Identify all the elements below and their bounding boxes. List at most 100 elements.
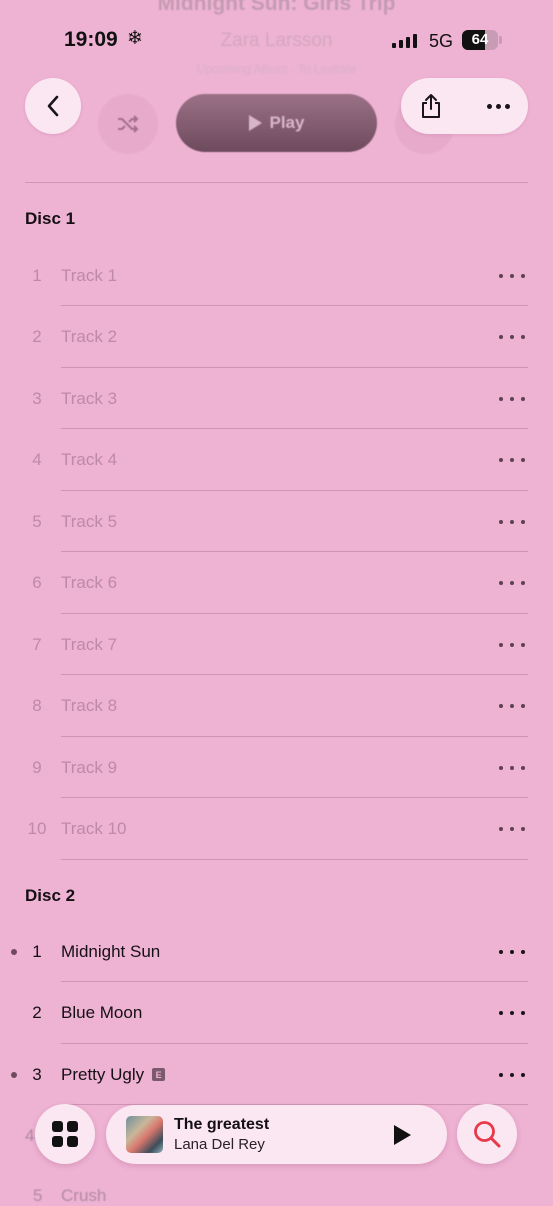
ellipsis-dot: [510, 519, 514, 524]
track-title: Track 1: [61, 266, 117, 286]
track-title: Track 2: [61, 327, 117, 347]
track-number: 2: [32, 327, 42, 346]
ellipsis-icon: [499, 827, 503, 831]
track-more-button[interactable]: [499, 512, 525, 532]
track-more-button[interactable]: [499, 1065, 525, 1085]
play-button[interactable]: Play: [176, 94, 377, 152]
track-row[interactable]: 7 Track 7: [0, 614, 553, 675]
network-type: 5G: [429, 31, 454, 51]
track-more-button[interactable]: [499, 635, 525, 655]
track-title-text: Track 4: [61, 450, 118, 469]
track-number: 7: [32, 634, 42, 654]
search-button[interactable]: [457, 1104, 517, 1164]
track-more-button[interactable]: [499, 266, 525, 286]
track-number: 1: [32, 265, 42, 285]
track-more-button[interactable]: [499, 758, 525, 778]
track-row[interactable]: 2 Track 2: [0, 307, 553, 368]
track-more-button[interactable]: [499, 819, 525, 839]
ellipsis-icon: [486, 103, 492, 109]
track-row[interactable]: 10 Track 10: [0, 799, 553, 860]
track-row[interactable]: 6 Track 6: [0, 553, 553, 614]
ellipsis-icon: [499, 335, 503, 339]
track-title-text: Track 2: [61, 327, 118, 346]
track-more-button[interactable]: [499, 942, 525, 962]
track-title-text: Track 3: [61, 388, 118, 408]
track-row[interactable]: 2 Blue Moon: [0, 983, 553, 1044]
now-playing-artist: Lana Del Rey: [174, 1136, 265, 1153]
ellipsis-dot: [521, 765, 525, 770]
track-row[interactable]: 1 Midnight Sun: [0, 921, 553, 982]
track-title-text: Track 6: [61, 573, 118, 592]
track-more-button[interactable]: [499, 696, 525, 716]
grid-icon: [52, 1121, 78, 1147]
ellipsis-icon: [499, 581, 503, 585]
track-number: 4: [25, 1126, 35, 1145]
ellipsis-dot: [510, 827, 514, 831]
ellipsis-icon: [499, 1072, 503, 1077]
now-playing-title: The greatest: [174, 1116, 270, 1133]
ellipsis-dot: [521, 273, 525, 278]
play-icon[interactable]: [394, 1125, 411, 1145]
track-more-button[interactable]: [499, 1003, 525, 1023]
play-icon: [248, 115, 262, 131]
track-row[interactable]: 9 Track 9: [0, 737, 553, 798]
track-title-text: Midnight Sun: [61, 941, 161, 961]
ellipsis-dot: [521, 949, 525, 954]
track-number: 2: [32, 1003, 42, 1022]
track-number: 3: [32, 1064, 42, 1084]
ellipsis-dot: [510, 458, 514, 462]
disc-heading: Disc 2: [25, 886, 76, 905]
play-label: Play: [269, 113, 305, 132]
ellipsis-icon: [499, 949, 503, 954]
battery-icon: 64: [462, 30, 498, 50]
album-subtitle: Upcoming Album · To Levitate: [196, 62, 357, 76]
shuffle-icon: [118, 115, 139, 133]
ellipsis-icon: [499, 396, 503, 401]
track-number: 1: [32, 941, 42, 961]
share-button[interactable]: [405, 80, 457, 132]
library-button[interactable]: [35, 1104, 95, 1164]
track-more-button[interactable]: [499, 573, 525, 593]
shuffle-button[interactable]: [98, 94, 158, 154]
track-title: Midnight Sun: [61, 942, 160, 962]
track-title-text: Track 8: [61, 696, 118, 715]
track-title: Track 9: [61, 758, 117, 778]
track-title-text: Track 7: [61, 634, 118, 654]
ellipsis-icon: [499, 519, 503, 524]
more-button[interactable]: [472, 80, 524, 132]
chevron-left-icon: [47, 95, 59, 117]
back-button[interactable]: [25, 78, 81, 134]
track-title: Track 4: [61, 450, 117, 470]
ellipsis-icon: [499, 704, 503, 708]
search-icon: [474, 1121, 501, 1148]
track-title: Track 10: [61, 819, 127, 839]
row-divider: [61, 858, 528, 860]
track-row[interactable]: 5 Track 5: [0, 491, 553, 552]
track-row[interactable]: 3 Track 3: [0, 368, 553, 429]
track-row[interactable]: 8 Track 8: [0, 676, 553, 737]
track-title-text: Track 10: [61, 819, 127, 838]
track-more-button[interactable]: [499, 327, 525, 347]
track-number: 4: [32, 450, 42, 469]
mini-player[interactable]: The greatest Lana Del Rey: [106, 1105, 447, 1164]
ellipsis-dot: [521, 581, 525, 585]
track-title[interactable]: Crush: [61, 1186, 106, 1206]
ellipsis-dot: [521, 1011, 525, 1015]
ellipsis-dot: [510, 1072, 514, 1077]
track-row[interactable]: 3 Pretty Ugly E: [0, 1044, 553, 1105]
ellipsis-dot: [521, 642, 525, 647]
ellipsis-dot: [510, 642, 514, 647]
track-number: 5: [32, 511, 42, 531]
track-title: Pretty Ugly E: [61, 1065, 166, 1085]
ellipsis-dot: [510, 335, 514, 339]
track-title: Track 5: [61, 512, 117, 532]
track-row[interactable]: 4 Track 4: [0, 430, 553, 491]
ellipsis-icon: [499, 1011, 503, 1015]
track-more-button[interactable]: [499, 450, 525, 470]
ellipsis-dot: [510, 396, 514, 401]
track-more-button[interactable]: [499, 389, 525, 409]
battery-percent: 64: [471, 31, 489, 48]
track-row[interactable]: 1 Track 1: [0, 245, 553, 306]
disc-heading: Disc 1: [25, 209, 76, 228]
track-number: 10: [27, 819, 47, 838]
